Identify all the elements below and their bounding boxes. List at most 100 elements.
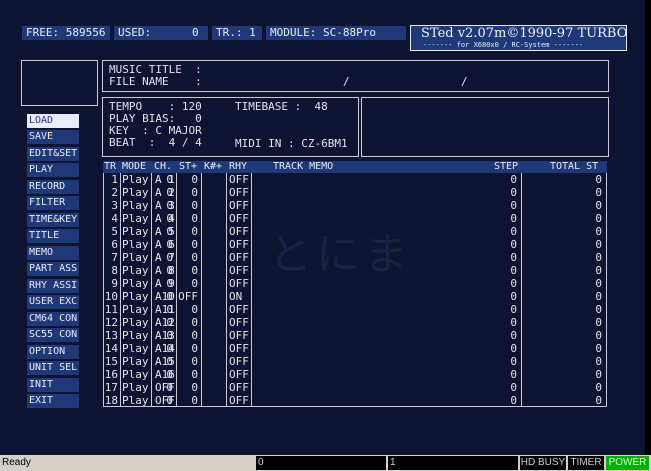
cell-mode: Play (122, 186, 149, 199)
cell-rhy: OFF (229, 394, 249, 407)
col-header-ch: CH. (154, 161, 173, 172)
cell-total: 0 (595, 238, 602, 251)
table-row[interactable]: 15 Play A15 0 0 OFF 0 0 (103, 355, 607, 368)
table-row[interactable]: 1 Play A 1 0 0 OFF 0 0 (103, 173, 607, 186)
cell-rhy: OFF (229, 381, 249, 394)
menu-title[interactable]: TITLE (27, 229, 79, 243)
cell-total: 0 (595, 186, 602, 199)
menu-option[interactable]: OPTION (27, 345, 79, 359)
table-row[interactable]: 4 Play A 4 0 0 OFF 0 0 (103, 212, 607, 225)
table-row[interactable]: 12 Play A12 0 0 OFF 0 0 (103, 316, 607, 329)
cell-tr: 17 (104, 381, 118, 394)
free-memory: FREE: 589556 (26, 26, 106, 39)
cell-st: 0 (166, 329, 173, 342)
table-row[interactable]: 9 Play A 9 0 0 OFF 0 0 (103, 277, 607, 290)
cell-k: 0 (191, 342, 198, 355)
menu-init[interactable]: INIT (27, 378, 79, 392)
cell-total: 0 (595, 173, 602, 186)
cell-step: 0 (510, 199, 517, 212)
window-frame (645, 0, 651, 455)
table-row[interactable]: 8 Play A 8 0 0 OFF 0 0 (103, 264, 607, 277)
cell-k: 0 (191, 251, 198, 264)
cell-st: 0 (166, 173, 173, 186)
cell-mode: Play (122, 199, 149, 212)
menu-time-key[interactable]: TIME&KEY (27, 213, 79, 227)
menu-save[interactable]: SAVE (27, 130, 79, 144)
menu-memo[interactable]: MEMO (27, 246, 79, 260)
status-segment-1: 0 (256, 456, 386, 470)
cell-st: 0 (166, 225, 173, 238)
cell-st: 0 (166, 381, 173, 394)
table-row[interactable]: 10 Play A10 0 OFF ON 0 0 (103, 290, 607, 303)
current-track: TR.: 1 (216, 26, 256, 39)
menu-part-ass[interactable]: PART ASS (27, 262, 79, 276)
cell-tr: 18 (104, 394, 118, 407)
used-memory-box: USED: 0 (114, 26, 208, 40)
menu-load[interactable]: LOAD (27, 114, 79, 128)
cell-rhy: OFF (229, 316, 249, 329)
menu-user-exc[interactable]: USER EXC (27, 295, 79, 309)
app-title: STed v2.07m©1990-97 TURBO (421, 26, 628, 41)
cell-tr: 1 (111, 173, 118, 186)
menu-filter[interactable]: FILTER (27, 196, 79, 210)
cell-mode: Play (122, 342, 149, 355)
cell-mode: Play (122, 264, 149, 277)
table-row[interactable]: 13 Play A13 0 0 OFF 0 0 (103, 329, 607, 342)
emulator-screen: FREE: 589556 USED: 0 TR.: 1 MODULE: SC-8… (0, 0, 645, 455)
cell-mode: Play (122, 329, 149, 342)
cell-total: 0 (595, 212, 602, 225)
cell-mode: Play (122, 277, 149, 290)
cell-tr: 10 (104, 290, 118, 303)
menu-cm64-con[interactable]: CM64 CON (27, 312, 79, 326)
cell-mode: Play (122, 355, 149, 368)
table-row[interactable]: 14 Play A14 0 0 OFF 0 0 (103, 342, 607, 355)
cell-st: 0 (166, 238, 173, 251)
menu-unit-sel[interactable]: UNIT SEL (27, 361, 79, 375)
cell-tr: 15 (104, 355, 118, 368)
table-row[interactable]: 16 Play A16 0 0 OFF 0 0 (103, 368, 607, 381)
cell-rhy: OFF (229, 225, 249, 238)
cell-step: 0 (510, 277, 517, 290)
cell-tr: 7 (111, 251, 118, 264)
table-row[interactable]: 5 Play A 5 0 0 OFF 0 0 (103, 225, 607, 238)
cell-st: 0 (166, 355, 173, 368)
table-row[interactable]: 11 Play A11 0 0 OFF 0 0 (103, 303, 607, 316)
used-value: 0 (192, 26, 199, 39)
menu-edit-set[interactable]: EDIT&SET (27, 147, 79, 161)
status-bar: Ready 0 1 HD BUSY TIMER POWER (0, 455, 651, 471)
table-row[interactable]: 2 Play A 2 0 0 OFF 0 0 (103, 186, 607, 199)
menu-record[interactable]: RECORD (27, 180, 79, 194)
cell-mode: Play (122, 316, 149, 329)
table-row[interactable]: 17 Play OFF 0 0 OFF 0 0 (103, 381, 607, 394)
cell-k: 0 (191, 264, 198, 277)
table-row[interactable]: 18 Play OFF 0 0 OFF 0 0 (103, 394, 607, 407)
menu-rhy-assi[interactable]: RHY ASSI (27, 279, 79, 293)
cell-rhy: OFF (229, 186, 249, 199)
col-header-st: ST+ (179, 161, 198, 172)
table-row[interactable]: 3 Play A 3 0 0 OFF 0 0 (103, 199, 607, 212)
cell-step: 0 (510, 316, 517, 329)
used-label: USED: (118, 26, 152, 39)
menu-exit[interactable]: EXIT (27, 394, 79, 408)
menu-sc55-con[interactable]: SC55 CON (27, 328, 79, 342)
cell-tr: 14 (104, 342, 118, 355)
cell-mode: Play (122, 381, 149, 394)
cell-total: 0 (595, 251, 602, 264)
app-title-box: STed v2.07m©1990-97 TURBO ------- for X6… (410, 25, 627, 51)
cell-step: 0 (510, 290, 517, 303)
cell-tr: 12 (104, 316, 118, 329)
cell-total: 0 (595, 355, 602, 368)
cell-tr: 13 (104, 329, 118, 342)
cell-tr: 5 (111, 225, 118, 238)
status-segment-2: 1 (388, 456, 518, 470)
menu-play[interactable]: PLAY (27, 163, 79, 177)
table-row[interactable]: 7 Play A 7 0 0 OFF 0 0 (103, 251, 607, 264)
table-row[interactable]: 6 Play A 6 0 0 OFF 0 0 (103, 238, 607, 251)
cell-rhy: OFF (229, 238, 249, 251)
cell-step: 0 (510, 381, 517, 394)
col-header-step: STEP (494, 161, 519, 172)
cell-step: 0 (510, 225, 517, 238)
app-subtitle: ------- for X680x0 / RC-System ------- (423, 41, 584, 49)
cell-tr: 2 (111, 186, 118, 199)
cell-k: 0 (191, 186, 198, 199)
